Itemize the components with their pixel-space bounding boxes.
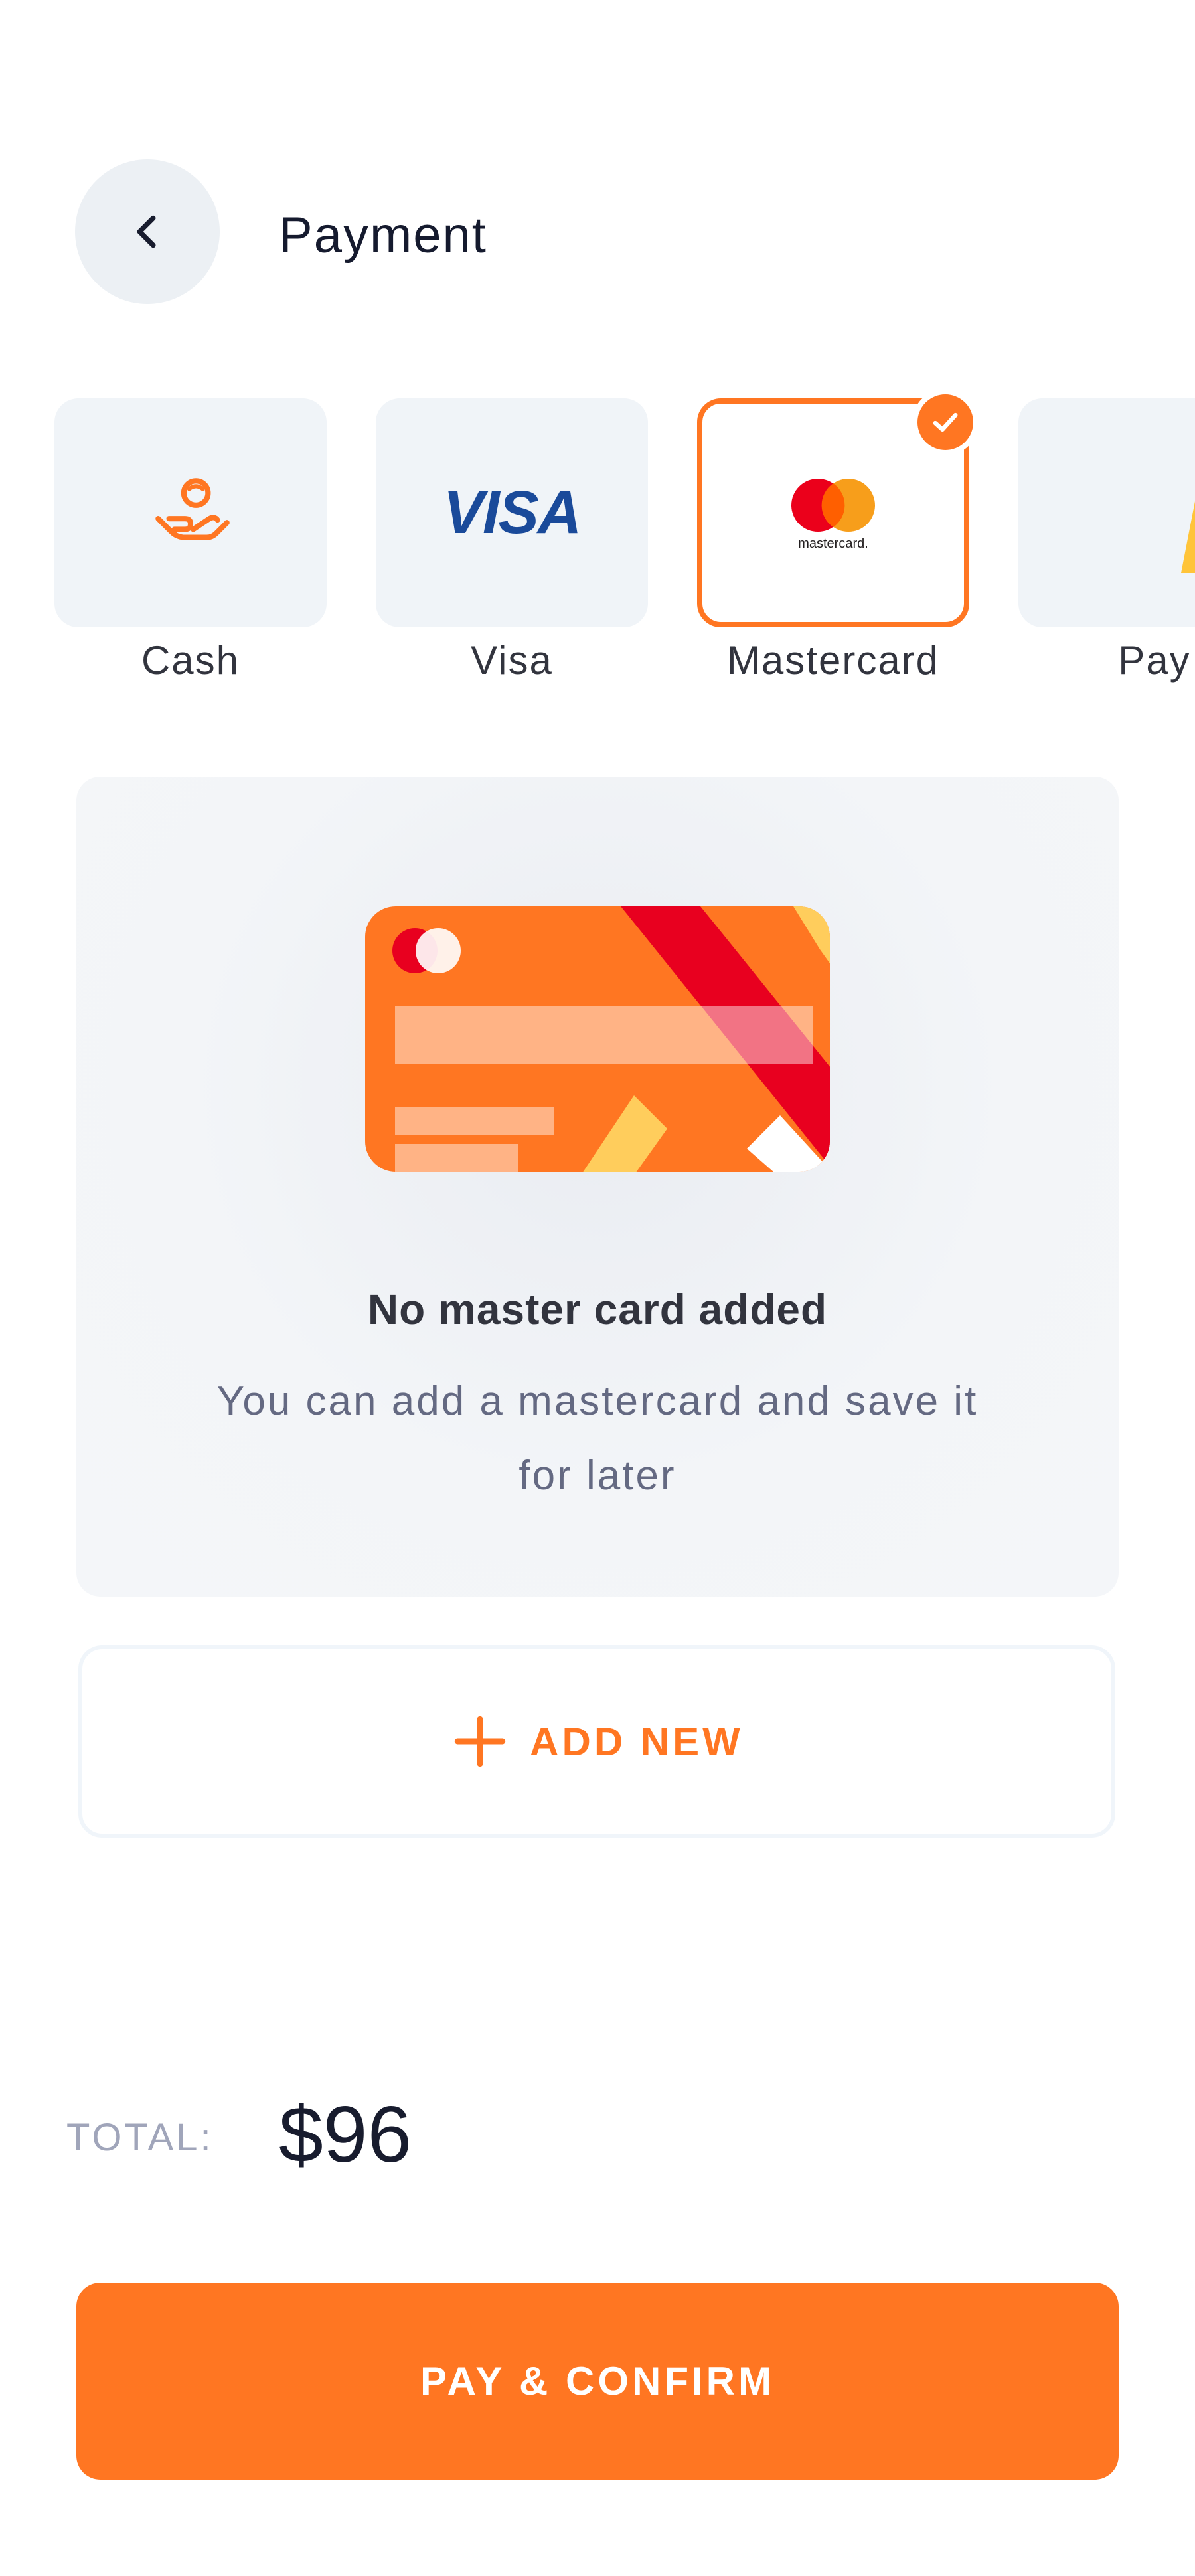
method-mastercard-tile[interactable]: mastercard. (697, 389, 979, 627)
method-visa-label: Visa (471, 638, 553, 683)
method-cash-label: Cash (141, 638, 240, 683)
total-value: $96 (279, 2090, 412, 2179)
visa-logo: VISA (443, 479, 582, 546)
total-label: TOTAL: (66, 2116, 214, 2159)
paypal-logo (1181, 501, 1195, 573)
method-mastercard-label: Mastercard (726, 638, 940, 683)
payment-methods-row[interactable]: Cash VISA Visa mastercard. Mastercard Pa… (40, 365, 1195, 720)
page-title: Payment (279, 207, 487, 264)
back-button[interactable] (75, 159, 220, 304)
chevron-left-icon (137, 215, 156, 248)
empty-card-panel: No master card added You can add a maste… (76, 777, 1119, 1597)
method-paypal[interactable]: Pay (1010, 398, 1195, 704)
method-cash-tile[interactable] (54, 398, 327, 627)
credit-card-illustration (365, 906, 830, 1172)
add-new-label: ADD NEW (530, 1719, 744, 1764)
mastercard-logo-text: mastercard. (798, 536, 868, 551)
check-icon (933, 412, 958, 432)
mastercard-logo: mastercard. (791, 478, 875, 551)
pay-confirm-button[interactable]: PAY & CONFIRM (76, 2283, 1119, 2480)
method-cash[interactable]: Cash (46, 398, 327, 704)
hand-coin-icon (155, 477, 230, 540)
empty-state-description: You can add a mastercard and save it for… (216, 1378, 979, 1498)
selected-check-badge (912, 389, 979, 455)
add-new-button[interactable]: ADD NEW (78, 1645, 1115, 1838)
method-paypal-label: Pay (1118, 638, 1191, 683)
method-visa-tile[interactable]: VISA (376, 398, 648, 627)
method-visa[interactable]: VISA Visa (368, 398, 648, 704)
method-paypal-tile[interactable] (1018, 398, 1195, 627)
pay-confirm-label: PAY & CONFIRM (420, 2359, 775, 2403)
plus-icon (454, 1716, 506, 1767)
payment-screen: Payment Cash VISA Visa mastercard. Maste… (0, 0, 1195, 2576)
empty-state-title: No master card added (367, 1285, 828, 1333)
method-mastercard[interactable]: mastercard. Mastercard (689, 389, 979, 704)
